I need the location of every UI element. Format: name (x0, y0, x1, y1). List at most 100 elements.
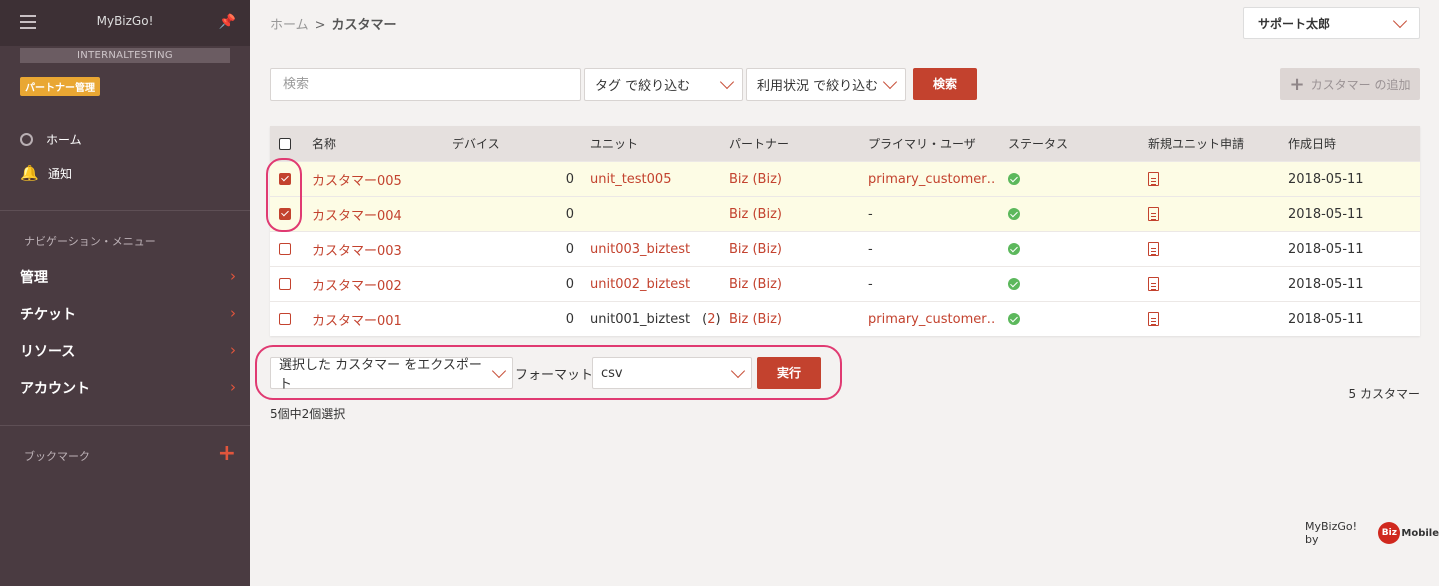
status-ok-icon (1008, 278, 1020, 290)
table-header: 名称 デバイス ユニット パートナー プライマリ・ユーザ ステータス 新規ユニッ… (270, 126, 1420, 161)
table-row[interactable]: カスタマー005 0 unit_test005 Biz (Biz) primar… (270, 161, 1420, 196)
chevron-right-icon: › (230, 341, 236, 359)
tag-filter-label: タグ で絞り込む (595, 79, 691, 94)
nav-item-resources[interactable]: リソース › (20, 341, 236, 361)
user-name: サポート太郎 (1258, 16, 1331, 31)
partner-admin-badge[interactable]: パートナー管理 (20, 77, 100, 96)
status-ok-icon (1008, 313, 1020, 325)
sidebar-item-label: ホーム (46, 133, 82, 147)
partner-link[interactable]: Biz (Biz) (729, 162, 782, 196)
document-icon[interactable] (1148, 277, 1159, 291)
customer-name-link[interactable]: カスタマー002 (312, 267, 402, 301)
chevron-right-icon: › (230, 378, 236, 396)
customer-name-link[interactable]: カスタマー005 (312, 162, 402, 196)
partner-link[interactable]: Biz (Biz) (729, 197, 782, 231)
user-menu-dropdown[interactable]: サポート太郎 (1243, 7, 1420, 39)
column-header-name[interactable]: 名称 (312, 126, 336, 161)
usage-filter-label: 利用状況 で絞り込む (757, 79, 879, 94)
row-checkbox[interactable] (279, 243, 291, 255)
nav-item-account[interactable]: アカウント › (20, 378, 236, 398)
add-customer-button[interactable]: + カスタマー の追加 (1280, 68, 1420, 100)
unit-link[interactable]: unit003_biztest (590, 232, 690, 266)
sidebar-item-notifications[interactable]: 🔔 通知 (20, 165, 72, 182)
row-checkbox[interactable] (279, 278, 291, 290)
nav-item-tickets[interactable]: チケット › (20, 304, 236, 324)
sidebar-item-home[interactable]: ホーム (20, 131, 82, 148)
bizmobile-logo: Biz Mobile (1378, 522, 1439, 544)
customer-count: 5 カスタマー (1348, 387, 1420, 401)
nav-item-label: アカウント (20, 381, 90, 397)
primary-user: - (868, 241, 873, 257)
pin-icon[interactable]: 📌 (219, 14, 236, 30)
sidebar: MyBizGo! 📌 INTERNALTESTING パートナー管理 ホーム 🔔… (0, 0, 250, 586)
sidebar-divider (0, 210, 250, 211)
sidebar-header: MyBizGo! 📌 (0, 0, 250, 46)
app-name: MyBizGo! (96, 14, 154, 28)
primary-user[interactable]: primary_customer… (868, 302, 996, 336)
unit-link[interactable]: unit_test005 (590, 162, 671, 196)
column-header-devices[interactable]: デバイス (452, 126, 500, 161)
environment-label: INTERNALTESTING (20, 48, 230, 63)
bell-icon: 🔔 (20, 164, 39, 182)
primary-user: - (868, 206, 873, 222)
checkbox-highlight-annotation (266, 158, 302, 232)
usage-filter-dropdown[interactable]: 利用状況 で絞り込む (746, 68, 906, 101)
nav-item-label: リソース (20, 344, 76, 360)
breadcrumb: ホーム > カスタマー (270, 14, 397, 33)
chevron-right-icon: › (230, 267, 236, 285)
partner-link[interactable]: Biz (Biz) (729, 302, 782, 336)
sidebar-divider (0, 425, 250, 426)
document-icon[interactable] (1148, 172, 1159, 186)
table-row[interactable]: カスタマー003 0 unit003_biztest Biz (Biz) - 2… (270, 231, 1420, 266)
customer-name-link[interactable]: カスタマー003 (312, 232, 402, 266)
home-icon (20, 133, 33, 146)
breadcrumb-current: カスタマー (331, 18, 397, 33)
column-header-unit[interactable]: ユニット (590, 126, 638, 161)
logo-mark: Biz (1378, 522, 1401, 544)
customer-table: 名称 デバイス ユニット パートナー プライマリ・ユーザ ステータス 新規ユニッ… (270, 126, 1420, 336)
table-row[interactable]: カスタマー004 0 Biz (Biz) - 2018-05-11 (270, 196, 1420, 231)
customer-name-link[interactable]: カスタマー004 (312, 197, 402, 231)
created-date: 2018-05-11 (1288, 206, 1364, 222)
partner-link[interactable]: Biz (Biz) (729, 267, 782, 301)
add-bookmark-icon[interactable]: + (218, 443, 236, 465)
column-header-partner[interactable]: パートナー (729, 126, 789, 161)
primary-user[interactable]: primary_customer… (868, 162, 996, 196)
document-icon[interactable] (1148, 312, 1159, 326)
sidebar-item-label: 通知 (48, 167, 73, 181)
unit-cell: unit001_biztest(2) (590, 311, 721, 327)
device-count: 0 (565, 276, 574, 292)
unit-value: unit001_biztest (590, 311, 691, 327)
tag-filter-dropdown[interactable]: タグ で絞り込む (584, 68, 743, 101)
unit-extra-link[interactable]: 2 (707, 312, 715, 327)
primary-user: - (868, 276, 873, 292)
add-customer-label: カスタマー の追加 (1310, 77, 1411, 92)
status-ok-icon (1008, 208, 1020, 220)
row-checkbox[interactable] (279, 313, 291, 325)
customer-name-link[interactable]: カスタマー001 (312, 302, 402, 336)
column-header-created[interactable]: 作成日時 (1288, 126, 1336, 161)
table-row[interactable]: カスタマー001 0 unit001_biztest(2) Biz (Biz) … (270, 301, 1420, 336)
search-button[interactable]: 検索 (913, 68, 977, 100)
footer: MyBizGo! by Biz Mobile (1305, 520, 1439, 546)
device-count: 0 (565, 206, 574, 222)
breadcrumb-separator: > (314, 18, 326, 33)
select-all-checkbox[interactable] (279, 137, 291, 150)
chevron-down-icon (719, 74, 735, 90)
column-header-unit-request[interactable]: 新規ユニット申請 (1148, 126, 1244, 161)
search-input[interactable]: 検索 (270, 68, 581, 101)
created-date: 2018-05-11 (1288, 311, 1364, 327)
created-date: 2018-05-11 (1288, 241, 1364, 257)
document-icon[interactable] (1148, 242, 1159, 256)
table-row[interactable]: カスタマー002 0 unit002_biztest Biz (Biz) - 2… (270, 266, 1420, 301)
breadcrumb-home[interactable]: ホーム (270, 18, 309, 33)
nav-item-label: 管理 (20, 270, 48, 286)
unit-link[interactable]: unit002_biztest (590, 267, 690, 301)
column-header-status[interactable]: ステータス (1008, 126, 1068, 161)
document-icon[interactable] (1148, 207, 1159, 221)
partner-link[interactable]: Biz (Biz) (729, 232, 782, 266)
plus-icon: + (1289, 73, 1305, 95)
column-header-primary-user[interactable]: プライマリ・ユーザ (868, 126, 976, 161)
nav-item-admin[interactable]: 管理 › (20, 267, 236, 287)
status-ok-icon (1008, 173, 1020, 185)
